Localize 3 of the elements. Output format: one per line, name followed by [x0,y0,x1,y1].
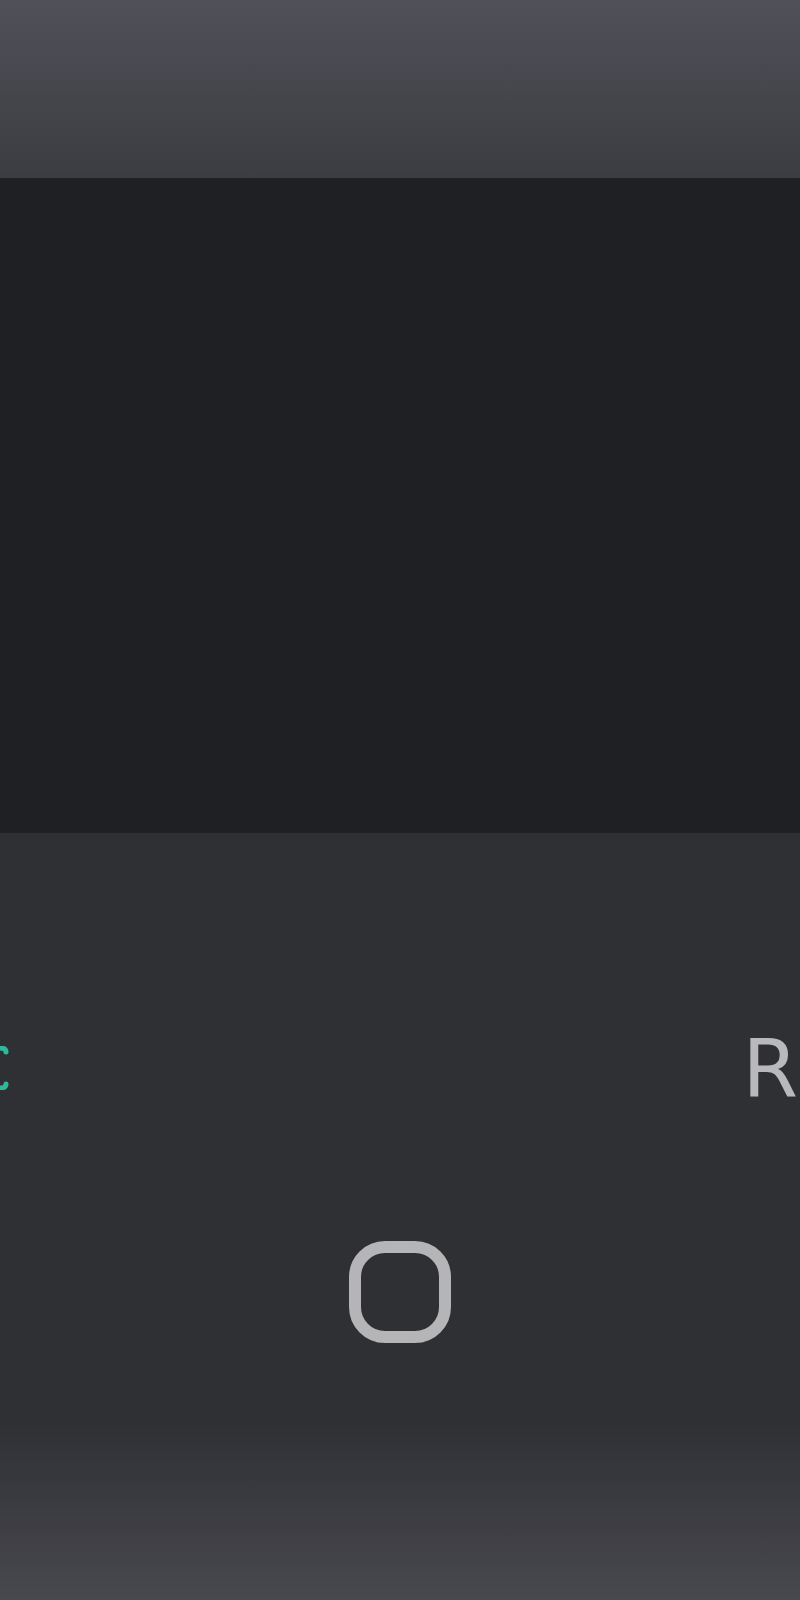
side-label: R [742,1030,799,1110]
arc-icon [0,1046,10,1090]
recent-apps-icon[interactable] [349,1241,451,1343]
